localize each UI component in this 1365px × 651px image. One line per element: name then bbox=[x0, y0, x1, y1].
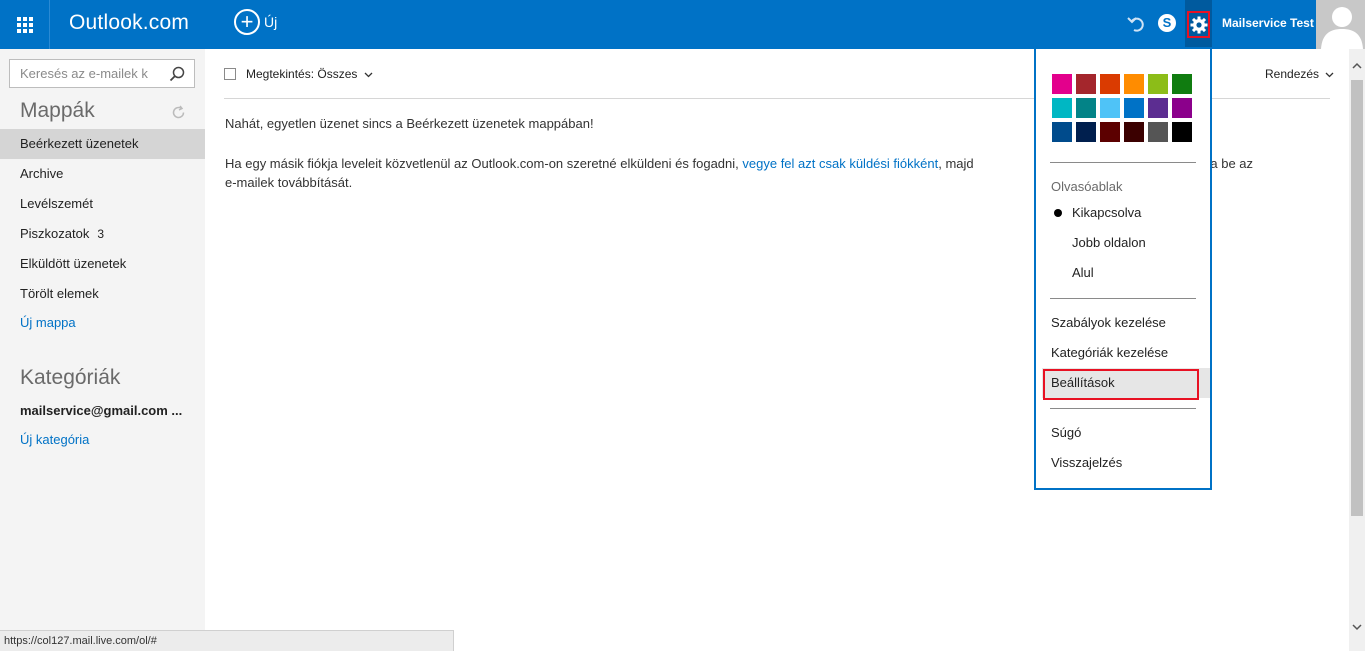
reading-pane-bottom[interactable]: Alul bbox=[1042, 258, 1210, 288]
theme-color-swatch[interactable] bbox=[1100, 74, 1120, 94]
folder-sent[interactable]: Elküldött üzenetek bbox=[0, 249, 205, 279]
undo-icon[interactable] bbox=[1126, 13, 1146, 35]
user-name[interactable]: Mailservice Test bbox=[1222, 16, 1314, 30]
theme-color-swatch[interactable] bbox=[1052, 74, 1072, 94]
folder-archive[interactable]: Archive bbox=[0, 159, 205, 189]
theme-color-swatch[interactable] bbox=[1172, 98, 1192, 118]
menu-divider bbox=[1050, 162, 1196, 163]
theme-color-palette bbox=[1052, 74, 1192, 142]
chevron-down-icon bbox=[364, 72, 373, 78]
folder-deleted[interactable]: Törölt elemek bbox=[0, 279, 205, 309]
empty-inbox-message: Nahát, egyetlen üzenet sincs a Beérkezet… bbox=[225, 116, 594, 131]
categories-heading: Kategóriák bbox=[20, 366, 121, 389]
person-icon bbox=[1321, 7, 1363, 49]
settings-item[interactable]: Beállítások bbox=[1042, 368, 1210, 398]
folder-inbox[interactable]: Beérkezett üzenetek bbox=[0, 129, 205, 159]
send-only-account-link[interactable]: vegye fel azt csak küldési fiókként bbox=[742, 156, 938, 171]
sort-label: Rendezés bbox=[1265, 67, 1320, 81]
app-launcher-button[interactable] bbox=[0, 0, 50, 49]
folder-drafts-label: Piszkozatok bbox=[20, 226, 90, 241]
manage-categories-item[interactable]: Kategóriák kezelése bbox=[1042, 338, 1210, 368]
manage-rules-item[interactable]: Szabályok kezelése bbox=[1042, 308, 1210, 338]
select-all-checkbox[interactable] bbox=[224, 68, 236, 80]
theme-color-swatch[interactable] bbox=[1172, 122, 1192, 142]
scroll-up-arrow[interactable] bbox=[1349, 62, 1365, 78]
selected-dot-icon bbox=[1054, 209, 1062, 217]
hint-middle: , majd bbox=[938, 156, 974, 171]
settings-menu: Olvasóablak Kikapcsolva Jobb oldalon Alu… bbox=[1034, 47, 1212, 490]
reading-pane-off[interactable]: Kikapcsolva bbox=[1042, 198, 1210, 228]
theme-color-swatch[interactable] bbox=[1076, 74, 1096, 94]
help-item[interactable]: Súgó bbox=[1042, 418, 1210, 448]
folder-junk[interactable]: Levélszemét bbox=[0, 189, 205, 219]
menu-divider bbox=[1050, 408, 1196, 409]
view-filter-label: Megtekintés: Összes bbox=[246, 67, 358, 81]
new-message-button[interactable]: + Új bbox=[234, 9, 277, 35]
top-bar: Outlook.com + Új S Mailservice Test bbox=[0, 0, 1365, 49]
folder-drafts[interactable]: Piszkozatok 3 bbox=[0, 219, 205, 249]
scroll-thumb[interactable] bbox=[1351, 80, 1363, 516]
new-category-link[interactable]: Új kategória bbox=[0, 425, 205, 455]
settings-gear-button[interactable] bbox=[1185, 0, 1212, 49]
theme-color-swatch[interactable] bbox=[1052, 122, 1072, 142]
theme-color-swatch[interactable] bbox=[1124, 98, 1144, 118]
chevron-down-icon bbox=[1352, 624, 1362, 631]
reading-pane-heading: Olvasóablak bbox=[1051, 179, 1123, 194]
theme-color-swatch[interactable] bbox=[1100, 122, 1120, 142]
hint-prefix: Ha egy másik fiókja leveleit közvetlenül… bbox=[225, 156, 743, 171]
menu-divider bbox=[1050, 298, 1196, 299]
reading-pane-right[interactable]: Jobb oldalon bbox=[1042, 228, 1210, 258]
status-url: https://col127.mail.live.com/ol/# bbox=[0, 630, 454, 651]
brand-title[interactable]: Outlook.com bbox=[69, 11, 189, 35]
chevron-up-icon bbox=[1352, 62, 1362, 69]
chevron-down-icon bbox=[1325, 72, 1334, 78]
gear-highlight-box bbox=[1187, 11, 1210, 38]
new-folder-link[interactable]: Új mappa bbox=[0, 308, 205, 338]
theme-color-swatch[interactable] bbox=[1124, 74, 1144, 94]
search-icon[interactable] bbox=[169, 66, 185, 82]
avatar[interactable] bbox=[1316, 0, 1365, 49]
theme-color-swatch[interactable] bbox=[1148, 98, 1168, 118]
sidebar: Mappák Beérkezett üzenetek Archive Levél… bbox=[0, 49, 205, 651]
theme-color-swatch[interactable] bbox=[1172, 74, 1192, 94]
feedback-item[interactable]: Visszajelzés bbox=[1042, 448, 1210, 478]
skype-icon[interactable]: S bbox=[1158, 14, 1176, 32]
plus-icon: + bbox=[234, 9, 260, 35]
view-filter-dropdown[interactable]: Megtekintés: Összes bbox=[246, 67, 373, 81]
folders-heading: Mappák bbox=[20, 99, 95, 122]
theme-color-swatch[interactable] bbox=[1076, 122, 1096, 142]
search-box bbox=[9, 59, 195, 88]
drafts-count: 3 bbox=[97, 227, 105, 241]
waffle-icon bbox=[16, 16, 33, 33]
theme-color-swatch[interactable] bbox=[1100, 98, 1120, 118]
theme-color-swatch[interactable] bbox=[1124, 122, 1144, 142]
refresh-icon[interactable] bbox=[171, 105, 186, 120]
scroll-down-arrow[interactable] bbox=[1349, 623, 1365, 639]
theme-color-swatch[interactable] bbox=[1148, 122, 1168, 142]
theme-color-swatch[interactable] bbox=[1148, 74, 1168, 94]
sort-dropdown[interactable]: Rendezés bbox=[1265, 67, 1334, 81]
search-input[interactable] bbox=[10, 60, 160, 87]
theme-color-swatch[interactable] bbox=[1052, 98, 1072, 118]
hint-line2: e-mailek továbbítását. bbox=[225, 175, 353, 190]
theme-color-swatch[interactable] bbox=[1076, 98, 1096, 118]
reading-pane-off-label: Kikapcsolva bbox=[1072, 205, 1142, 220]
new-message-label: Új bbox=[264, 14, 278, 30]
category-account[interactable]: mailservice@gmail.com ... bbox=[0, 396, 205, 426]
